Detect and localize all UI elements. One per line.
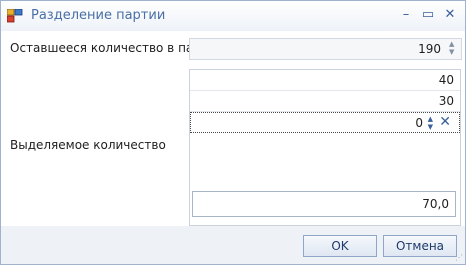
resize-grip-icon[interactable]: ⋰ <box>455 254 463 262</box>
minimize-button[interactable]: – <box>397 6 415 24</box>
maximize-button[interactable]: ▭ <box>419 6 437 24</box>
window-title: Разделение партии <box>31 8 166 23</box>
allocated-row-input[interactable]: 0 <box>415 116 423 130</box>
allocated-total-value: 70,0 <box>422 197 449 211</box>
allocated-row[interactable]: 30 <box>190 91 460 112</box>
remaining-quantity-value: 190 <box>418 42 441 56</box>
allocated-row-editor[interactable]: 0 ▲ ▼ ✕ <box>190 112 460 133</box>
title-bar[interactable]: Разделение партии – ▭ ✕ <box>1 1 465 31</box>
clear-icon[interactable]: ✕ <box>439 114 451 130</box>
dialog-footer: OK Отмена ⋰ <box>1 226 465 264</box>
app-icon <box>7 9 23 23</box>
split-batch-dialog: Разделение партии – ▭ ✕ Оставшееся колич… <box>0 0 466 265</box>
close-icon: ✕ <box>444 7 456 22</box>
maximize-icon: ▭ <box>421 7 435 22</box>
minimize-icon: – <box>402 7 410 22</box>
allocated-row-value: 30 <box>438 94 454 108</box>
remaining-spin-icon: ▲ ▼ <box>449 40 455 56</box>
allocated-quantity-label: Выделяемое количество <box>10 138 166 152</box>
allocated-quantity-list[interactable]: 40 30 0 ▲ ▼ ✕ 70,0 <box>189 69 461 226</box>
ok-button[interactable]: OK <box>303 235 377 257</box>
allocated-row[interactable]: 40 <box>190 70 460 91</box>
remaining-quantity-field: 190 ▲ ▼ <box>189 38 462 60</box>
allocated-total-field: 70,0 <box>192 191 456 217</box>
close-button[interactable]: ✕ <box>441 6 459 24</box>
cancel-button[interactable]: Отмена <box>383 235 457 257</box>
allocated-row-value: 40 <box>438 73 454 87</box>
spin-up-down-icon[interactable]: ▲ ▼ <box>428 115 433 131</box>
dialog-body: Оставшееся количество в партии 190 ▲ ▼ Вы… <box>1 31 465 226</box>
